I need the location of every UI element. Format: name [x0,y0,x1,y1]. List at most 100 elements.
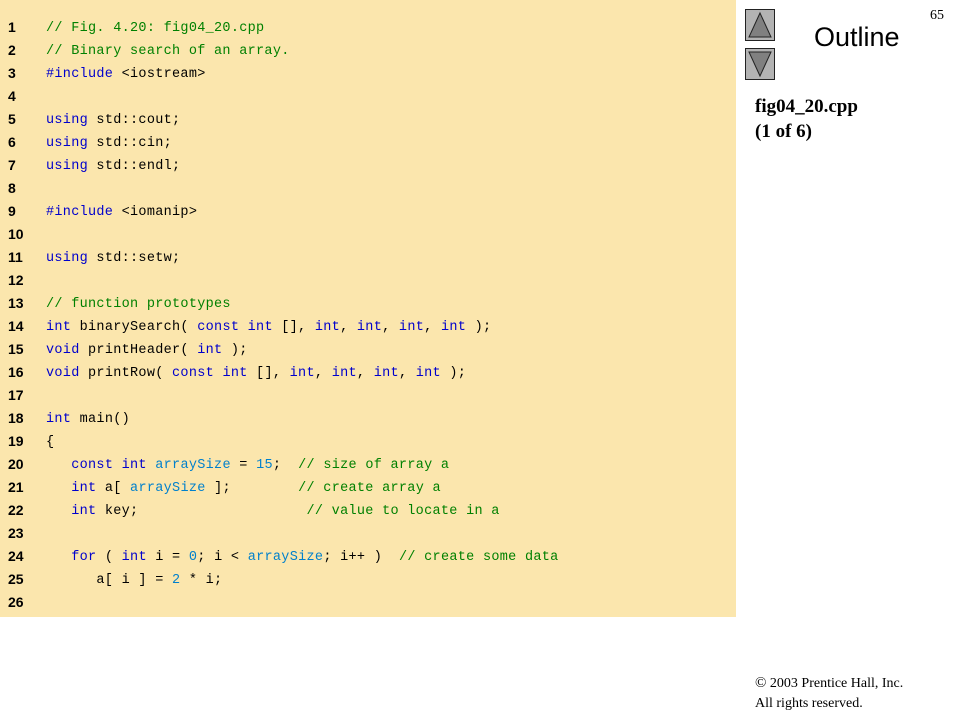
copyright-notice: © 2003 Prentice Hall, Inc. All rights re… [755,673,903,714]
code-text: { [46,434,54,452]
code-token: int [289,366,315,381]
code-line: 4 [0,87,736,110]
code-line: 12 [0,271,736,294]
code-token: void [46,366,89,381]
code-line: 25 a[ i ] = 2 * i; [0,570,736,593]
code-token: printHeader( [88,343,198,358]
code-token: const int [71,458,156,473]
code-text: using std::endl; [46,158,180,176]
code-token: // function prototypes [46,297,231,312]
code-text: #include <iostream> [46,66,206,84]
code-panel: 1 // Fig. 4.20: fig04_20.cpp 2 // Binary se… [0,0,736,617]
code-token: void [46,343,89,358]
line-number: 4 [8,88,16,104]
code-line: 20 const int arraySize = 15; // size of … [0,455,736,478]
code-text: using std::cout; [46,112,180,130]
code-line: 3 #include <iostream> [0,64,736,87]
code-token: int [398,320,425,335]
code-token: [], [281,320,315,335]
line-number: 10 [8,226,24,242]
code-text: int binarySearch( const int [], int, int… [46,319,491,337]
code-text: a[ i ] = 2 * i; [46,572,222,590]
code-line: 2 // Binary search of an array. [0,41,736,64]
code-token: const int [172,366,257,381]
code-token: int [197,343,231,358]
line-number: 5 [8,111,16,127]
code-token: <iostream> [121,67,206,82]
code-line: 17 [0,386,736,409]
next-slide-button[interactable] [745,48,775,80]
code-line: 6 using std::cin; [0,133,736,156]
code-token: ]; [205,481,299,496]
code-text: int main() [46,411,130,429]
code-token: int [415,366,450,381]
code-token: printRow( [88,366,173,381]
code-token: i = [155,550,189,565]
line-number: 2 [8,42,16,58]
previous-slide-button[interactable] [745,9,775,41]
code-token: using [46,159,97,174]
code-token: int [356,320,383,335]
line-number: 11 [8,249,23,265]
code-line: 14 int binarySearch( const int [], int, i… [0,317,736,340]
code-token: int [331,366,357,381]
triangle-down-icon [748,51,772,78]
code-token: , [314,366,332,381]
line-number: 13 [8,295,24,311]
line-number: 26 [8,594,24,610]
code-token: 0 [188,550,198,565]
code-token: int [121,550,156,565]
code-token: int [373,366,399,381]
code-text: #include <iomanip> [46,204,197,222]
code-token: // Binary search of an array. [46,44,290,59]
code-token: 15 [256,458,273,473]
triangle-up-icon [748,11,772,38]
code-text: void printHeader( int ); [46,342,248,360]
code-line: 8 [0,179,736,202]
copyright-line-2: All rights reserved. [755,696,863,711]
code-token: * i; [180,573,223,588]
code-token: int [46,320,80,335]
code-line: 13 // function prototypes [0,294,736,317]
outline-label: Outline [814,22,900,52]
code-token: // value to locate in a [306,504,500,519]
code-token: int [71,481,105,496]
code-token: arraySize [155,458,231,473]
line-number: 24 [8,548,24,564]
code-line: 19 { [0,432,736,455]
code-token: // create array a [298,481,441,496]
code-token: int [46,412,80,427]
code-line: 10 [0,225,736,248]
code-token: // create some data [398,550,559,565]
line-number: 25 [8,571,24,587]
file-name: fig04_20.cpp [755,96,858,117]
code-token: main() [79,412,131,427]
code-token: { [46,435,55,450]
line-number: 19 [8,433,24,449]
line-number: 14 [8,318,24,334]
code-text: for ( int i = 0; i < arraySize; i++ ) //… [46,549,559,567]
code-text: int a[ arraySize ]; // create array a [46,480,441,498]
code-token: int [314,320,341,335]
code-line: 9 #include <iomanip> [0,202,736,225]
code-text: int key; // value to locate in a [46,503,500,521]
code-text: // function prototypes [46,296,231,314]
code-token: ); [449,366,467,381]
line-number: 23 [8,525,24,541]
line-number: 17 [8,387,24,403]
code-line: 18 int main() [0,409,736,432]
code-token: // size of array a [298,458,450,473]
code-token: std::endl; [96,159,181,174]
code-token: // Fig. 4.20: fig04_20.cpp [46,21,265,36]
code-token: , [398,366,416,381]
code-token: arraySize [247,550,324,565]
line-number: 20 [8,456,24,472]
code-line: 15 void printHeader( int ); [0,340,736,363]
line-number: 21 [8,479,24,495]
code-token: key; [104,504,307,519]
line-number: 6 [8,134,16,150]
code-token: , [356,366,374,381]
